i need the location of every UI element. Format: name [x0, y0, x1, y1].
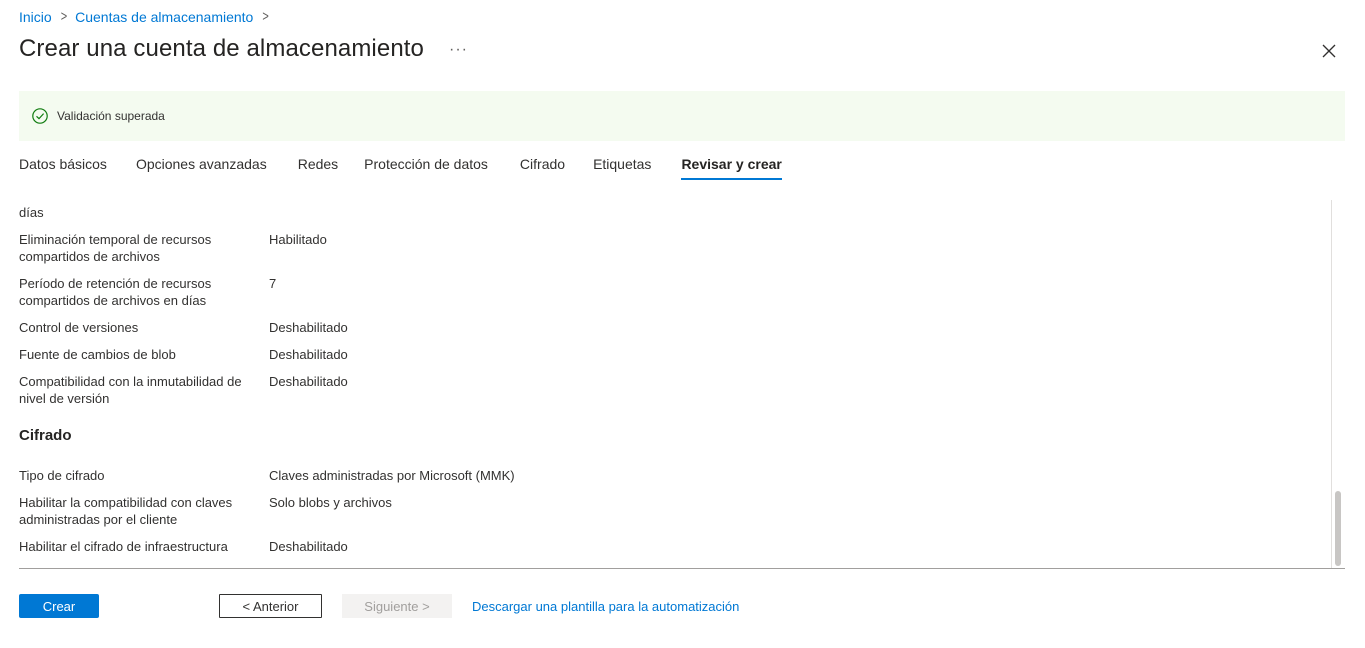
tab-basics[interactable]: Datos básicos: [19, 156, 107, 180]
tab-tags[interactable]: Etiquetas: [593, 156, 651, 180]
scrollbar-thumb[interactable]: [1335, 491, 1341, 566]
download-template-link[interactable]: Descargar una plantilla para la automati…: [472, 599, 739, 614]
validation-text: Validación superada: [57, 109, 165, 123]
vertical-scrollbar[interactable]: [1331, 200, 1345, 568]
review-row-label: Habilitar el cifrado de infraestructura: [19, 539, 228, 554]
review-row-value: Deshabilitado: [269, 347, 348, 362]
breadcrumb-storage-accounts-link[interactable]: Cuentas de almacenamiento: [75, 9, 253, 25]
create-storage-account-page: Inicio > Cuentas de almacenamiento > Cre…: [0, 0, 1365, 648]
review-row-label: Compatibilidad con la inmutabilidad de n…: [19, 374, 242, 406]
review-row-value: Habilitado: [269, 232, 327, 247]
chevron-right-icon: >: [60, 9, 68, 25]
section-title-encryption: Cifrado: [19, 427, 72, 444]
previous-button[interactable]: < Anterior: [219, 594, 322, 618]
review-row-label: Habilitar la compatibilidad con claves a…: [19, 495, 233, 527]
truncated-label-fragment: días: [19, 205, 44, 220]
create-button[interactable]: Crear: [19, 594, 99, 618]
review-row-label: Control de versiones: [19, 320, 139, 335]
tab-networking[interactable]: Redes: [298, 156, 338, 180]
tab-review-create[interactable]: Revisar y crear: [681, 156, 783, 180]
review-row-label: Eliminación temporal de recursos compart…: [19, 232, 212, 264]
review-row-value: 7: [269, 276, 277, 291]
review-row-label: Tipo de cifrado: [19, 468, 105, 483]
page-title: Crear una cuenta de almacenamiento: [19, 35, 424, 62]
tab-data-protection[interactable]: Protección de datos: [364, 156, 488, 180]
breadcrumb: Inicio > Cuentas de almacenamiento >: [19, 9, 277, 25]
review-row-value: Claves administradas por Microsoft (MMK): [269, 468, 515, 483]
review-content: días Eliminación temporal de recursos co…: [19, 200, 1331, 568]
next-button: Siguiente >: [342, 594, 452, 618]
footer-divider: [19, 568, 1345, 569]
wizard-tabs: Datos básicos Opciones avanzadas Redes P…: [19, 156, 783, 180]
review-row-value: Deshabilitado: [269, 320, 348, 335]
review-row-value: Deshabilitado: [269, 539, 348, 554]
check-circle-icon: [32, 108, 48, 124]
tab-encryption[interactable]: Cifrado: [520, 156, 565, 180]
validation-banner: Validación superada: [19, 91, 1345, 141]
review-row-value: Solo blobs y archivos: [269, 495, 392, 510]
more-options-icon[interactable]: ···: [449, 41, 468, 59]
tab-advanced[interactable]: Opciones avanzadas: [136, 156, 267, 180]
scrollbar-track: [1331, 200, 1332, 568]
review-row-label: Fuente de cambios de blob: [19, 347, 176, 362]
close-icon[interactable]: [1320, 42, 1338, 60]
review-row-value: Deshabilitado: [269, 374, 348, 389]
chevron-right-icon: >: [262, 9, 269, 25]
breadcrumb-home-link[interactable]: Inicio: [19, 9, 52, 25]
review-row-label: Período de retención de recursos compart…: [19, 276, 212, 308]
